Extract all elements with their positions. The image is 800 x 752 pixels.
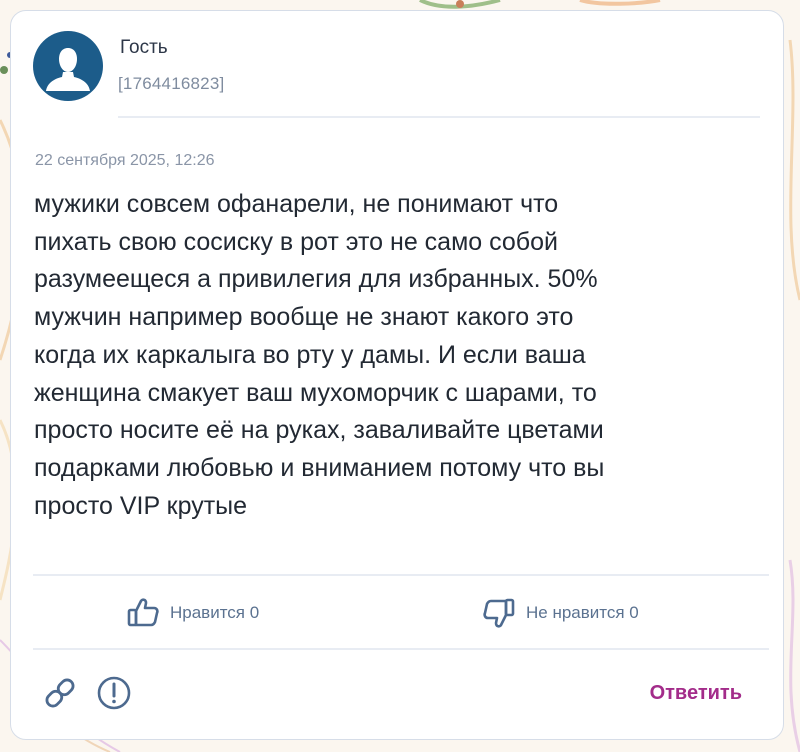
- reactions-divider-bottom: [33, 648, 769, 650]
- reactions-divider-top: [33, 574, 769, 576]
- dislike-label: Не нравится 0: [526, 603, 639, 622]
- author-id: [1764416823]: [118, 74, 225, 93]
- author-name[interactable]: Гость: [120, 37, 168, 59]
- post-text: мужики совсем офанарели, не понимают что…: [34, 190, 605, 520]
- reply-button[interactable]: Ответить: [650, 682, 742, 705]
- link-icon[interactable]: [40, 673, 80, 713]
- dislike-button[interactable]: Не нравится 0: [482, 596, 639, 630]
- thumbs-up-icon: [127, 598, 159, 627]
- report-icon[interactable]: [94, 673, 134, 713]
- avatar[interactable]: [33, 31, 103, 101]
- header-divider: [118, 116, 760, 118]
- user-silhouette-icon: [46, 48, 90, 91]
- like-label: Нравится 0: [170, 603, 260, 622]
- thumbs-down-icon: [483, 598, 515, 628]
- like-button[interactable]: Нравится 0: [126, 596, 259, 630]
- post-date: 22 сентября 2025, 12:26: [35, 152, 215, 169]
